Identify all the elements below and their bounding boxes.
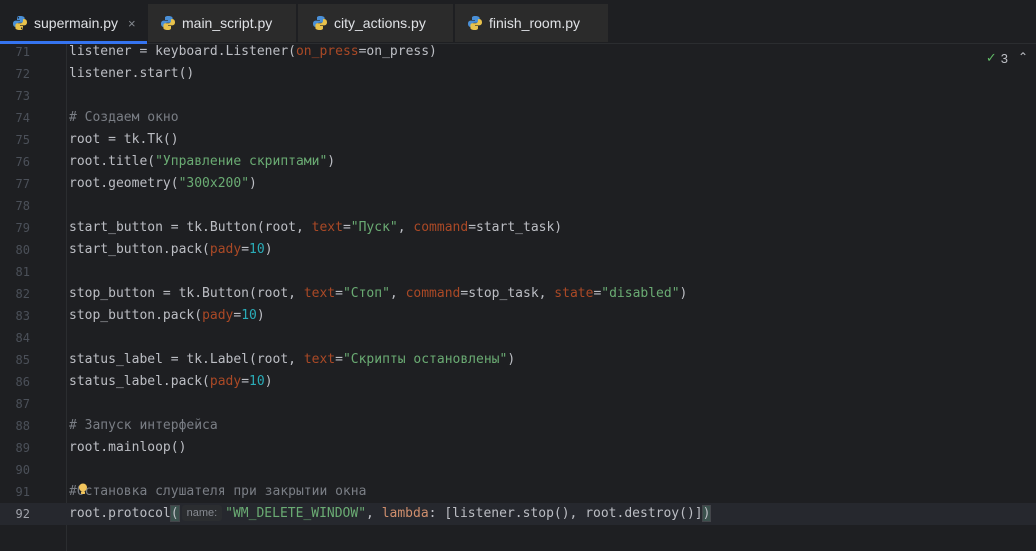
line-number: 72 xyxy=(15,67,30,81)
line-number: 78 xyxy=(15,199,30,213)
code-line: 88 # Запуск интерфейса xyxy=(0,415,1036,437)
code-line: 84 xyxy=(0,327,1036,349)
tab-label: finish_room.py xyxy=(489,15,581,31)
line-number: 75 xyxy=(15,133,30,147)
code-text[interactable]: root.geometry("300x200") xyxy=(69,173,257,195)
code-line: 78 xyxy=(0,195,1036,217)
python-file-icon xyxy=(312,15,328,31)
line-number: 79 xyxy=(15,221,30,235)
python-file-icon xyxy=(467,15,483,31)
tab-main-script[interactable]: main_script.py xyxy=(160,4,272,42)
line-number: 76 xyxy=(15,155,30,169)
python-file-icon xyxy=(160,15,176,31)
line-number: 91 xyxy=(15,485,30,499)
code-line: 90 xyxy=(0,459,1036,481)
code-line: 80 start_button.pack(pady=10) xyxy=(0,239,1036,261)
tab-label: supermain.py xyxy=(34,15,119,31)
tab-city-actions[interactable]: city_actions.py xyxy=(312,4,426,42)
code-line: 82 stop_button = tk.Button(root, text="Ст… xyxy=(0,283,1036,305)
code-line: 91 #Остановка слушателя при закрытии окна xyxy=(0,481,1036,503)
code-line: 85 status_label = tk.Label(root, text="Ск… xyxy=(0,349,1036,371)
editor-tab-bar: supermain.py × main_script.py city_actio… xyxy=(0,0,1036,44)
tab-finish-room[interactable]: finish_room.py xyxy=(467,4,580,42)
line-number: 80 xyxy=(15,243,30,257)
code-line: 73 xyxy=(0,85,1036,107)
code-line: 76 root.title("Управление скриптами") xyxy=(0,151,1036,173)
parameter-hint: name: xyxy=(181,505,223,521)
code-line: 71 listener = keyboard.Listener(on_press=… xyxy=(0,41,1036,63)
code-text[interactable]: root = tk.Tk() xyxy=(69,129,179,151)
code-comment[interactable]: # Запуск интерфейса xyxy=(69,415,218,437)
line-number: 77 xyxy=(15,177,30,191)
code-editor[interactable]: ✓ 3 ⌃ 71 listener = keyboard.Listener(on_… xyxy=(0,44,1036,551)
code-line: 87 xyxy=(0,393,1036,415)
line-number: 88 xyxy=(15,419,30,433)
tab-label: main_script.py xyxy=(182,15,273,31)
line-number: 85 xyxy=(15,353,30,367)
python-file-icon xyxy=(12,15,28,31)
code-line: 75 root = tk.Tk() xyxy=(0,129,1036,151)
code-text[interactable]: root.title("Управление скриптами") xyxy=(69,151,335,173)
code-line: 79 start_button = tk.Button(root, text="П… xyxy=(0,217,1036,239)
code-line: 72 listener.start() xyxy=(0,63,1036,85)
code-text[interactable]: status_label = tk.Label(root, text="Скри… xyxy=(69,349,515,371)
line-number: 73 xyxy=(15,89,30,103)
line-number: 83 xyxy=(15,309,30,323)
code-line: 83 stop_button.pack(pady=10) xyxy=(0,305,1036,327)
code-text[interactable]: root.protocol(name: "WM_DELETE_WINDOW", l… xyxy=(69,503,712,525)
line-number: 87 xyxy=(15,397,30,411)
code-text[interactable]: status_label.pack(pady=10) xyxy=(69,371,273,393)
code-line: 86 status_label.pack(pady=10) xyxy=(0,371,1036,393)
code-comment[interactable]: #Остановка слушателя при закрытии окна xyxy=(69,481,366,503)
line-number: 90 xyxy=(15,463,30,477)
code-text[interactable]: root.mainloop() xyxy=(69,437,186,459)
tab-supermain[interactable]: supermain.py × xyxy=(0,4,147,44)
code-line-current: 92 root.protocol(name: "WM_DELETE_WINDOW",… xyxy=(0,503,1036,525)
line-number: 92 xyxy=(15,507,30,521)
code-text[interactable]: listener = keyboard.Listener(on_press=on… xyxy=(69,41,437,63)
code-text[interactable]: stop_button.pack(pady=10) xyxy=(69,305,265,327)
line-number: 86 xyxy=(15,375,30,389)
tab-label: city_actions.py xyxy=(334,15,426,31)
code-line: 81 xyxy=(0,261,1036,283)
code-text[interactable]: start_button = tk.Button(root, text="Пус… xyxy=(69,217,562,239)
code-text[interactable]: stop_button = tk.Button(root, text="Стоп… xyxy=(69,283,687,305)
line-number: 71 xyxy=(15,45,30,59)
code-text[interactable]: listener.start() xyxy=(69,63,194,85)
code-comment[interactable]: # Создаем окно xyxy=(69,107,179,129)
line-number: 74 xyxy=(15,111,30,125)
code-line: 89 root.mainloop() xyxy=(0,437,1036,459)
code-line: 77 root.geometry("300x200") xyxy=(0,173,1036,195)
line-number: 82 xyxy=(15,287,30,301)
code-line: 74 # Создаем окно xyxy=(0,107,1036,129)
close-icon[interactable]: × xyxy=(128,16,136,31)
code-text[interactable]: start_button.pack(pady=10) xyxy=(69,239,273,261)
line-number: 89 xyxy=(15,441,30,455)
line-number: 81 xyxy=(15,265,30,279)
line-number: 84 xyxy=(15,331,30,345)
lightbulb-icon[interactable] xyxy=(78,482,88,494)
